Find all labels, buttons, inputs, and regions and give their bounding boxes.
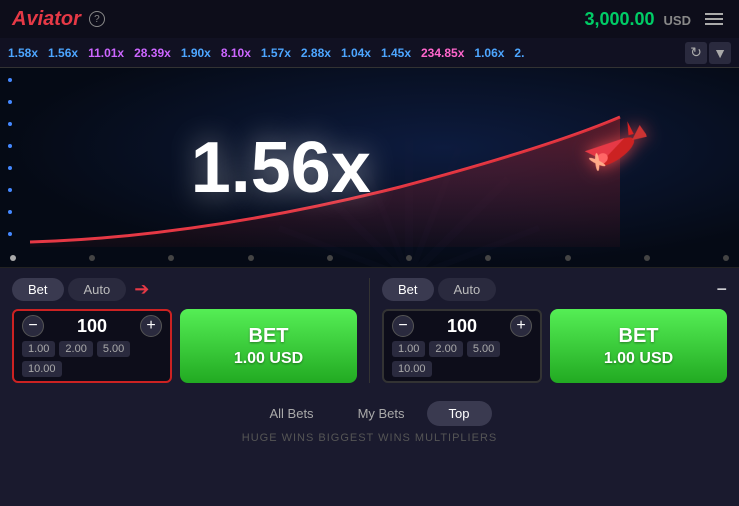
quick-3-left[interactable]: 5.00 (97, 341, 130, 357)
ticker-item: 8.10x (221, 46, 251, 60)
bet-amount-box-left: − 100 + 1.00 2.00 5.00 10.00 (12, 309, 172, 383)
bet-button-left[interactable]: BET 1.00 USD (180, 309, 357, 383)
bet-divider (369, 278, 370, 383)
bet-tab-right[interactable]: Bet (382, 278, 434, 301)
help-icon[interactable]: ? (89, 11, 105, 27)
header: Aviator ? 3,000.00 USD (0, 0, 739, 38)
balance-value: 3,000.00 (584, 9, 654, 29)
amount-controls-left: − 100 + (22, 315, 162, 337)
ticker-controls: ↻ ▼ (685, 42, 731, 64)
ticker-item: 1.06x (474, 46, 504, 60)
header-right: 3,000.00 USD (584, 9, 727, 30)
bet-input-row-right: − 100 + 1.00 2.00 5.00 10.00 BET 1.00 US… (382, 309, 727, 383)
bet-label-right: BET (619, 323, 659, 349)
ticker-item: 1.58x (8, 46, 38, 60)
ticker-item: 1.57x (261, 46, 291, 60)
quick-1-right[interactable]: 1.00 (392, 341, 425, 357)
decrease-button-right[interactable]: − (392, 315, 414, 337)
increase-button-right[interactable]: + (510, 315, 532, 337)
ticker-item: 234.85x (421, 46, 464, 60)
bottom-tabs: All Bets My Bets Top (0, 393, 739, 430)
amount-value-left: 100 (77, 316, 107, 337)
quick-amounts-right: 1.00 2.00 5.00 10.00 (392, 341, 532, 377)
logo: Aviator (12, 8, 81, 31)
auto-tab-left[interactable]: Auto (68, 278, 127, 301)
slide-dot (644, 255, 650, 261)
top-tab[interactable]: Top (427, 401, 492, 426)
decrease-button-left[interactable]: − (22, 315, 44, 337)
slide-dot (248, 255, 254, 261)
slide-dot (565, 255, 571, 261)
quick-4-left[interactable]: 10.00 (22, 361, 62, 377)
quick-amounts-left: 1.00 2.00 5.00 10.00 (22, 341, 162, 377)
bet-amount-label-left: 1.00 USD (234, 349, 303, 370)
auto-tab-right[interactable]: Auto (438, 278, 497, 301)
quick-4-right[interactable]: 10.00 (392, 361, 432, 377)
quick-2-right[interactable]: 2.00 (429, 341, 462, 357)
ticker-item: 1.45x (381, 46, 411, 60)
menu-button[interactable] (701, 9, 727, 29)
bet-amount-box-right: − 100 + 1.00 2.00 5.00 10.00 (382, 309, 542, 383)
history-back-button[interactable]: ↻ (685, 42, 707, 64)
slide-dot (406, 255, 412, 261)
bet-label-left: BET (249, 323, 289, 349)
bet-panel-left: Bet Auto ➔ − 100 + 1.00 2.00 5.00 10.00 … (12, 278, 357, 383)
bet-tabs-right: Bet Auto − (382, 278, 727, 301)
slide-indicators (10, 255, 729, 261)
grid-dot (8, 78, 12, 82)
quick-3-right[interactable]: 5.00 (467, 341, 500, 357)
quick-1-left[interactable]: 1.00 (22, 341, 55, 357)
ticker-item: 2.88x (301, 46, 331, 60)
multiplier-ticker: 1.58x 1.56x 11.01x 28.39x 1.90x 8.10x 1.… (0, 38, 739, 68)
bet-amount-label-right: 1.00 USD (604, 349, 673, 370)
slide-dot (723, 255, 729, 261)
amount-controls-right: − 100 + (392, 315, 532, 337)
quick-2-left[interactable]: 2.00 (59, 341, 92, 357)
my-bets-tab[interactable]: My Bets (336, 401, 427, 426)
currency-label: USD (664, 13, 691, 28)
increase-button-left[interactable]: + (140, 315, 162, 337)
header-left: Aviator ? (12, 8, 105, 31)
bet-tabs-left: Bet Auto ➔ (12, 278, 357, 301)
ticker-item: 28.39x (134, 46, 171, 60)
bet-tab-left[interactable]: Bet (12, 278, 64, 301)
ticker-item: 1.90x (181, 46, 211, 60)
amount-value-right: 100 (447, 316, 477, 337)
ticker-item: 1.04x (341, 46, 371, 60)
bottom-marquee: HUGE WINS BIGGEST WINS MULTIPLIERS (0, 430, 739, 446)
slide-dot (10, 255, 16, 261)
bet-button-right[interactable]: BET 1.00 USD (550, 309, 727, 383)
ticker-item: 2. (514, 46, 524, 60)
bet-area: Bet Auto ➔ − 100 + 1.00 2.00 5.00 10.00 … (0, 268, 739, 393)
balance-display: 3,000.00 USD (584, 9, 691, 30)
all-bets-tab[interactable]: All Bets (247, 401, 335, 426)
ticker-item: 1.56x (48, 46, 78, 60)
game-canvas: 1.56x (0, 68, 739, 268)
ticker-item: 11.01x (88, 46, 124, 60)
multiplier-display: 1.56x (191, 127, 371, 209)
arrow-indicator: ➔ (134, 279, 149, 300)
slide-dot (89, 255, 95, 261)
bet-panel-right: Bet Auto − − 100 + 1.00 2.00 5.00 10.00 … (382, 278, 727, 383)
slide-dot (485, 255, 491, 261)
slide-dot (168, 255, 174, 261)
history-toggle-button[interactable]: ▼ (709, 42, 731, 64)
bet-input-row-left: − 100 + 1.00 2.00 5.00 10.00 BET 1.00 US… (12, 309, 357, 383)
minimize-button-right[interactable]: − (716, 279, 727, 300)
slide-dot (327, 255, 333, 261)
